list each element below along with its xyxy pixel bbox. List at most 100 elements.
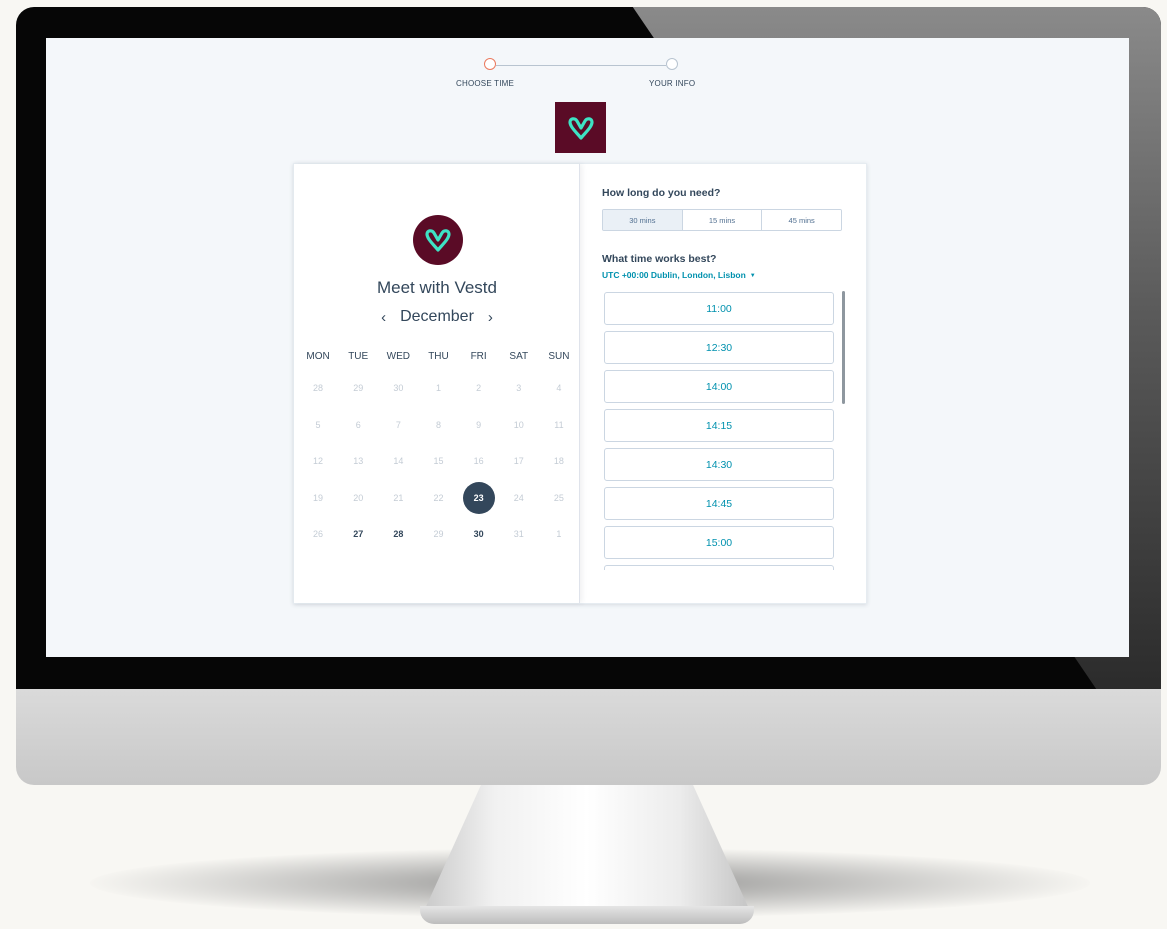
timezone-selector[interactable]: UTC +00:00 Dublin, London, Lisbon ▼ — [602, 270, 756, 280]
progress-line — [496, 65, 666, 66]
monitor-stand-base — [420, 906, 754, 924]
company-logo — [555, 102, 606, 153]
calendar-day-number: 29 — [353, 383, 364, 394]
calendar-day: 11 — [539, 407, 579, 444]
calendar-day-number: 6 — [355, 419, 361, 430]
time-slot-button[interactable] — [604, 565, 834, 570]
calendar-day-number: 24 — [513, 492, 524, 503]
calendar-day-number: 22 — [433, 492, 444, 503]
chevron-right-icon[interactable]: › — [488, 309, 493, 326]
step-choose-time-label: CHOOSE TIME — [456, 79, 515, 88]
calendar-day-number: 1 — [556, 529, 562, 540]
calendar-day-number: 25 — [553, 492, 564, 503]
calendar-day: 10 — [499, 407, 539, 444]
calendar-day-number: 23 — [462, 481, 495, 514]
calendar-day-number: 8 — [435, 419, 441, 430]
weekday-sat: SAT — [509, 350, 529, 362]
duration-option-15-mins[interactable]: 15 mins — [682, 210, 763, 230]
calendar-day-number: 31 — [513, 529, 524, 540]
calendar-grid: MON TUE WED THU FRI SAT SUN 28 29 30 1 2 3 4 5 6 7 8 9 10 1… — [298, 342, 579, 553]
calendar-day[interactable]: 28 — [378, 516, 418, 553]
time-slot-button[interactable]: 14:15 — [604, 409, 834, 442]
calendar-day-number: 26 — [313, 529, 324, 540]
meeting-title: Meet with Vestd — [376, 278, 497, 297]
calendar-day-number: 4 — [556, 383, 562, 394]
calendar-day: 20 — [338, 480, 378, 517]
calendar-day-number: 20 — [353, 492, 364, 503]
month-label: December — [400, 308, 474, 325]
duration-option-30-mins[interactable]: 30 mins — [603, 210, 683, 230]
calendar-pane: Meet with Vestd ‹ December › MON TUE WED TH… — [294, 164, 580, 603]
calendar-day-number: 11 — [554, 419, 564, 430]
calendar-day: 18 — [539, 443, 579, 480]
calendar-days: 28 29 30 1 2 3 4 5 6 7 8 9 10 11 12 13 14 15 16 17 18 19 20 21 2… — [298, 370, 579, 553]
calendar-day: 14 — [378, 443, 418, 480]
calendar-day-number: 28 — [313, 383, 324, 394]
time-slot-button[interactable]: 14:00 — [604, 370, 834, 403]
host-avatar — [413, 215, 463, 265]
step-choose-time-dot — [484, 58, 496, 70]
calendar-day-number: 17 — [513, 456, 524, 467]
calendar-day[interactable]: 30 — [459, 516, 499, 553]
time-slot-list[interactable]: 11:00 12:30 14:00 14:15 14:30 14:45 15:00 — [604, 292, 836, 570]
weekday-fri: FRI — [470, 350, 487, 362]
calendar-day-number: 29 — [433, 529, 444, 540]
calendar-day: 9 — [459, 407, 499, 444]
time-selection-pane: How long do you need? 30 mins 15 mins 45 m… — [580, 164, 868, 603]
time-slot-button[interactable]: 15:00 — [604, 526, 834, 559]
calendar-day: 31 — [499, 516, 539, 553]
meeting-booking-page: CHOOSE TIME YOUR INFO Meet with Vestd ‹ … — [46, 38, 1129, 657]
calendar-day: 29 — [338, 370, 378, 407]
calendar-day-number: 30 — [473, 529, 484, 540]
calendar-day-number: 28 — [393, 529, 404, 540]
calendar-day-number: 13 — [353, 456, 364, 467]
calendar-day: 25 — [539, 480, 579, 517]
calendar-day-number: 14 — [393, 456, 404, 467]
calendar-day: 22 — [418, 480, 458, 517]
calendar-day: 26 — [298, 516, 338, 553]
vestd-logo-icon — [425, 229, 451, 252]
calendar-day-number: 10 — [513, 419, 524, 430]
booking-card: Meet with Vestd ‹ December › MON TUE WED TH… — [293, 163, 867, 604]
progress-steps: CHOOSE TIME YOUR INFO — [46, 58, 1129, 98]
calendar-day: 28 — [298, 370, 338, 407]
slot-list-scrollbar[interactable] — [842, 291, 845, 404]
calendar-day-number: 7 — [395, 419, 401, 430]
duration-option-45-mins[interactable]: 45 mins — [762, 210, 841, 230]
calendar-week: 26 27 28 29 30 31 1 — [298, 516, 579, 553]
calendar-day: 13 — [338, 443, 378, 480]
weekday-sun: SUN — [548, 350, 570, 362]
time-slot-button[interactable]: 11:00 — [604, 292, 834, 325]
calendar-day: 29 — [418, 516, 458, 553]
calendar-day-number: 9 — [476, 419, 482, 430]
calendar-day: 8 — [418, 407, 458, 444]
calendar-week: 28 29 30 1 2 3 4 — [298, 370, 579, 407]
timezone-label: UTC +00:00 Dublin, London, Lisbon — [602, 270, 746, 280]
weekday-wed: WED — [386, 350, 411, 362]
calendar-day: 19 — [298, 480, 338, 517]
calendar-day: 6 — [338, 407, 378, 444]
calendar-day-number: 12 — [313, 456, 324, 467]
calendar-week: 19 20 21 22 23 24 25 — [298, 480, 579, 517]
calendar-day: 16 — [459, 443, 499, 480]
time-slot-button[interactable]: 14:45 — [604, 487, 834, 520]
time-slot-button[interactable]: 12:30 — [604, 331, 834, 364]
weekday-mon: MON — [306, 350, 330, 362]
calendar-day-number: 19 — [313, 492, 324, 503]
vestd-logo-icon — [567, 116, 594, 140]
weekday-tue: TUE — [348, 350, 369, 362]
weekday-header-row: MON TUE WED THU FRI SAT SUN — [298, 342, 579, 370]
step-your-info-label: YOUR INFO — [649, 79, 696, 88]
calendar-day: 1 — [418, 370, 458, 407]
time-slot-button[interactable]: 14:30 — [604, 448, 834, 481]
calendar-day-number: 18 — [553, 456, 564, 467]
calendar-day: 4 — [539, 370, 579, 407]
calendar-day-number: 1 — [435, 383, 441, 394]
calendar-day[interactable]: 27 — [338, 516, 378, 553]
calendar-day-number: 27 — [353, 529, 364, 540]
chevron-left-icon[interactable]: ‹ — [381, 309, 386, 326]
step-your-info-dot — [666, 58, 678, 70]
calendar-week: 5 6 7 8 9 10 11 — [298, 407, 579, 444]
calendar-day[interactable]: 23 — [459, 480, 499, 517]
calendar-day: 30 — [378, 370, 418, 407]
